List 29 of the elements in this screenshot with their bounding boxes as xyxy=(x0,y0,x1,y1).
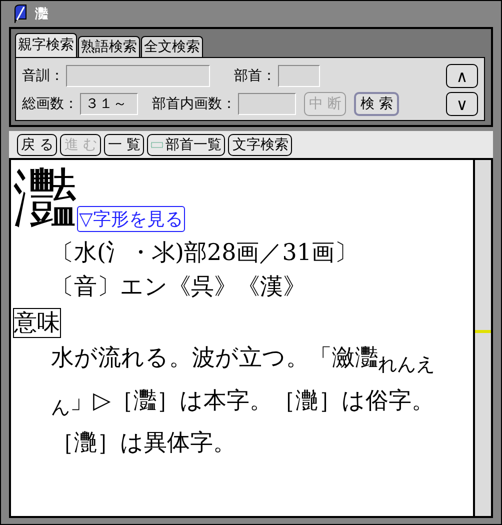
tab[interactable]: 熟語検索 xyxy=(78,36,140,57)
radical-info: 〔水(氵・氺)部28画／31画〕 xyxy=(51,239,358,268)
scroll-thumb[interactable] xyxy=(475,330,491,333)
toolbar-button[interactable]: 戻 る xyxy=(17,134,58,156)
toolbar-button[interactable]: 文字検索 xyxy=(228,134,292,156)
meaning-text: 水が流れる。波が立つ。「瀲灩$_{れんえ}$$_{ん}$」▷［灩］は本字。［灔］は俗字。［灧］は異体字。 xyxy=(51,344,436,458)
up-button[interactable]: ∧ xyxy=(446,64,478,88)
field-label: 部首： xyxy=(234,67,276,85)
toolbar-button[interactable]: 一 覧 xyxy=(104,134,144,156)
reading-info: 〔音〕エン《呉》《漢》 xyxy=(51,273,307,302)
toolbar-button[interactable]: 部首一覧 xyxy=(147,134,226,156)
glyph-link[interactable]: ▽字形を見る xyxy=(77,206,185,232)
tab[interactable]: 親字検索 xyxy=(15,33,77,57)
field-label: 音訓： xyxy=(22,67,64,85)
reading-field[interactable] xyxy=(66,65,210,87)
field-label: 部首内画数： xyxy=(152,95,236,113)
field-label: 総画数： xyxy=(22,95,78,113)
strokes-field[interactable]: ３１～ xyxy=(80,93,138,115)
headword: 灩 xyxy=(13,162,77,236)
scrollbar[interactable] xyxy=(473,160,491,516)
down-button[interactable]: ∨ xyxy=(446,92,478,116)
tab[interactable]: 全文検索 xyxy=(141,36,203,57)
dotted-bar-icon xyxy=(151,142,164,148)
meaning-label: 意味 xyxy=(13,308,61,338)
book-icon xyxy=(13,4,27,24)
window-title: 灩 xyxy=(35,6,48,23)
radical-field[interactable] xyxy=(278,65,320,87)
search-button[interactable]: 検 索 xyxy=(354,92,399,116)
radical-strokes-field[interactable] xyxy=(238,93,296,115)
